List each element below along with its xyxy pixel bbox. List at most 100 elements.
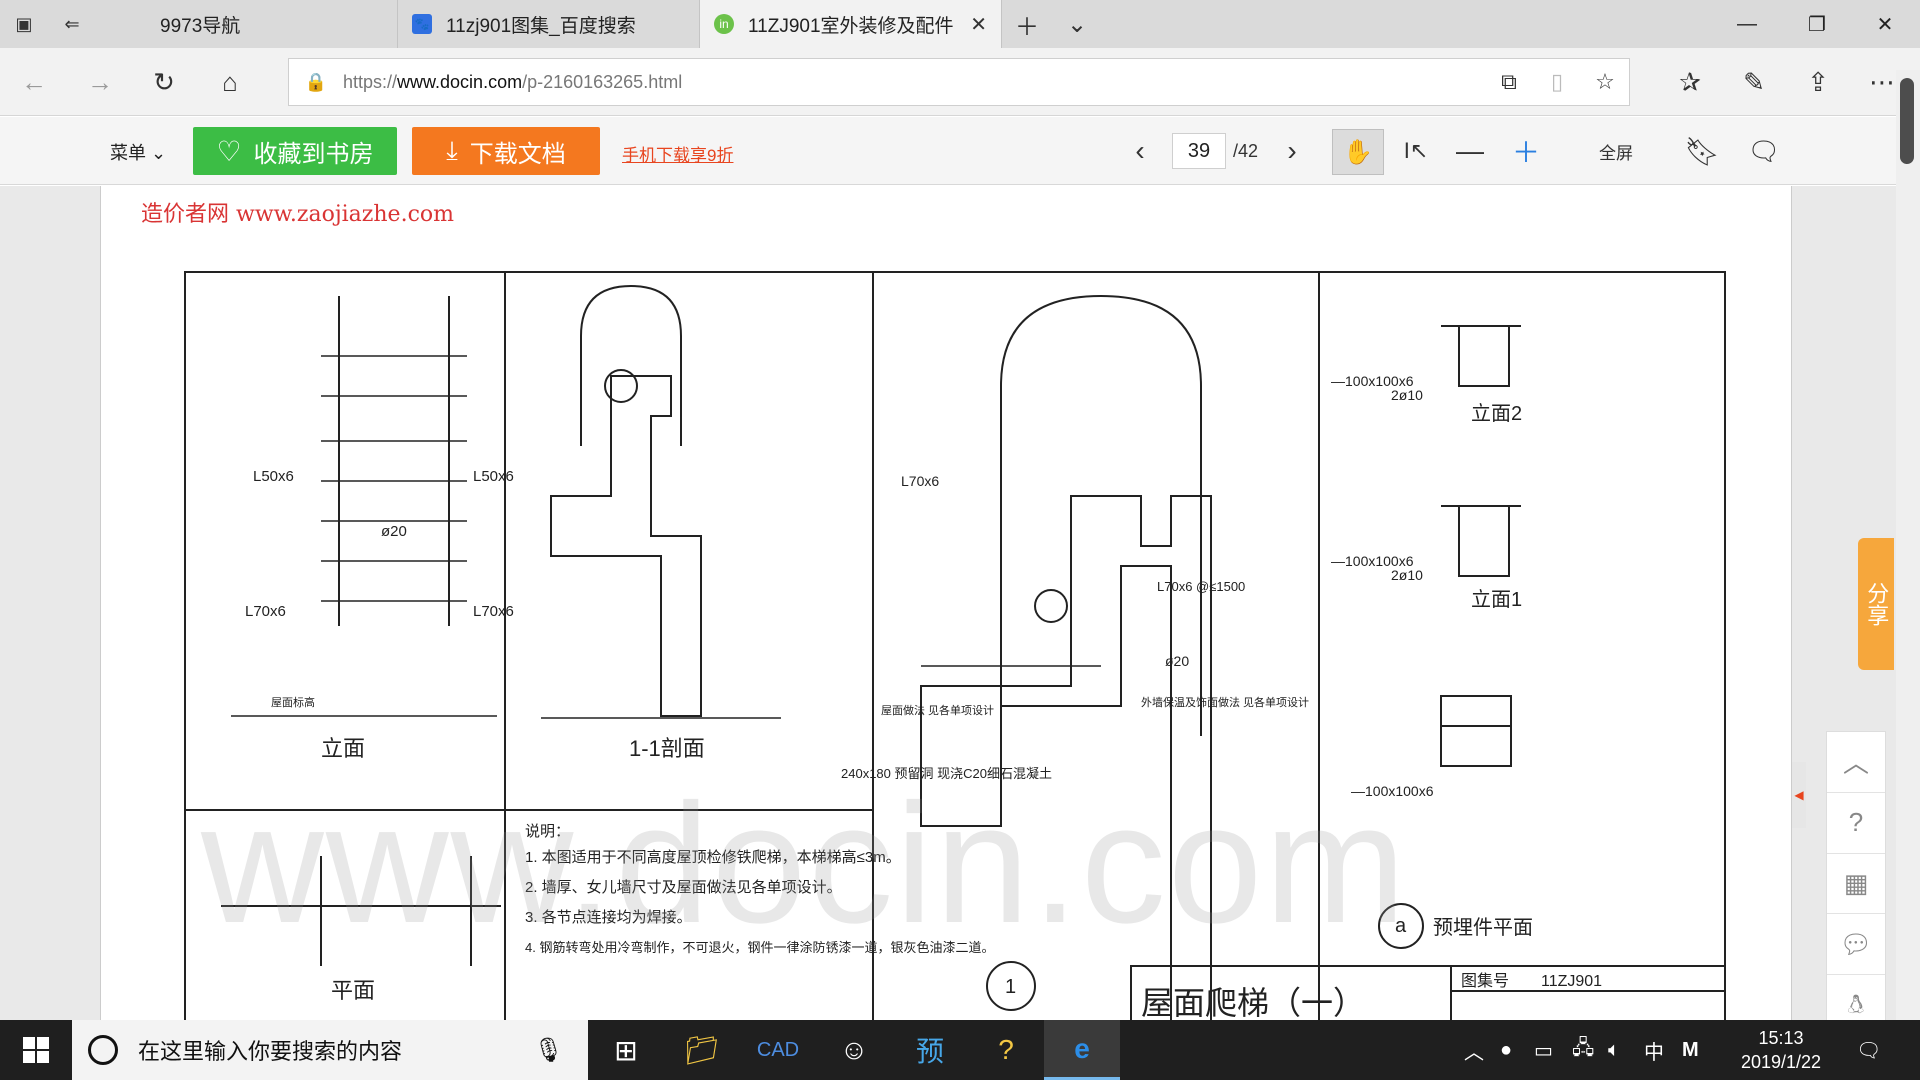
label-l70-left: L70x6 (245, 603, 286, 620)
tab-baidu-search[interactable]: 🐾 11zj901图集_百度搜索 (398, 0, 700, 48)
reading-view-icon[interactable]: ▯ (1533, 69, 1581, 95)
download-button[interactable]: ⤓ 下载文档 (412, 127, 600, 175)
select-text-icon[interactable]: I↖ (1396, 129, 1436, 173)
close-window-icon[interactable]: ✕ (1850, 0, 1920, 48)
label-roof-work: 屋面做法 见各单项设计 (881, 703, 994, 717)
edge-browser-icon[interactable]: e (1044, 1020, 1120, 1080)
fullscreen-button[interactable]: 全屏 (1592, 129, 1640, 173)
clock-date: 2019/1/22 (1740, 1052, 1822, 1072)
navigation-bar: ← → ↻ ⌂ 🔒 https://www.docin.com/p-216016… (0, 48, 1920, 116)
new-tab-icon[interactable]: ＋ (1002, 0, 1052, 48)
tab-9973[interactable]: 9973导航 (96, 0, 398, 48)
share-icon[interactable]: ⇪ (1794, 58, 1842, 106)
collect-label: 收藏到书房 (253, 140, 374, 168)
collect-button[interactable]: ♡ 收藏到书房 (193, 127, 397, 175)
note-2: 2. 墙厚、女儿墙尺寸及屋面做法见各单项设计。 (525, 878, 842, 896)
heart-icon: ♡ (216, 135, 242, 167)
scrollbar-thumb[interactable] (1900, 78, 1914, 164)
avatar-app-icon[interactable]: ☺ (816, 1020, 892, 1080)
share-side-label: 分享 (1864, 582, 1890, 626)
elevation-1-label: 立面1 (1471, 588, 1522, 611)
zoom-in-icon[interactable]: ＋ (1506, 129, 1546, 173)
file-explorer-icon[interactable]: 📁︎ (664, 1020, 740, 1080)
comment-icon[interactable]: 🗨︎ (1744, 129, 1784, 173)
favorites-hub-icon[interactable]: ✰ (1666, 58, 1714, 106)
collapse-arrow-icon[interactable]: ◀ (1792, 762, 1806, 828)
zoom-out-icon[interactable]: — (1450, 129, 1490, 173)
help-icon[interactable]: ? (1827, 793, 1885, 854)
tab-actions-icon[interactable]: ▣ (0, 0, 48, 48)
taskbar-search-box[interactable]: 在这里输入你要搜索的内容 🎙︎ (72, 1020, 588, 1080)
ladder-drawing: 立面 1-1剖面 平面 立面2 立面1 预埋件平面 屋面爬梯（一） 图集号 11… (184, 271, 1726, 1020)
baidu-paw-icon: 🐾 (412, 14, 432, 34)
microphone-icon[interactable]: 🎙︎ (534, 1036, 564, 1065)
ime-indicator[interactable]: 中 (1644, 1020, 1664, 1080)
elevation-view-label: 立面 (321, 736, 365, 761)
label-l50-right: L50x6 (473, 468, 514, 485)
forward-icon[interactable]: → (76, 58, 124, 106)
site-watermark: 造价者网 www.zaojiazhe.com (141, 202, 454, 227)
next-page-icon[interactable]: › (1272, 129, 1312, 173)
label-embed: 240x180 预留洞 现浇C20细石混凝土 (841, 766, 1052, 781)
hand-tool-icon[interactable]: ✋ (1332, 129, 1384, 175)
label-l70-detail: L70x6 (901, 473, 939, 489)
label-l50-left: L50x6 (253, 468, 294, 485)
note-3: 3. 各节点连接均为焊接。 (525, 909, 692, 926)
web-note-icon[interactable]: ✎ (1730, 58, 1778, 106)
page-number-input[interactable] (1172, 133, 1226, 169)
windows-start-icon[interactable] (0, 1020, 72, 1080)
set-aside-tabs-icon[interactable]: ⇐ (48, 0, 96, 48)
taskbar: 在这里输入你要搜索的内容 🎙︎ ⊞ 📁︎ CAD ☺ 预 ? e ︿ ● ▭ 🖧… (0, 1020, 1920, 1080)
network-icon[interactable]: 🖧︎ (1572, 1020, 1594, 1080)
minimize-icon[interactable]: — (1712, 0, 1782, 48)
tab-docin-active[interactable]: in 11ZJ901室外装修及配件 ✕ (700, 0, 1002, 48)
tab-preview-chevron-icon[interactable]: ⌄ (1052, 0, 1102, 48)
label-roof-level: 屋面标高 (271, 695, 315, 709)
cad-app-icon[interactable]: CAD (740, 1020, 816, 1080)
label-d20: ø20 (381, 523, 407, 540)
share-side-button[interactable]: 分享 (1858, 538, 1894, 670)
home-icon[interactable]: ⌂ (206, 58, 254, 106)
tab-bar: ▣ ⇐ 9973导航 🐾 11zj901图集_百度搜索 in 11ZJ901室外… (0, 0, 1920, 48)
battery-icon[interactable]: ▭ (1534, 1020, 1553, 1080)
preview-app-icon[interactable]: 预 (892, 1020, 968, 1080)
qr-code-icon[interactable]: ▦ (1827, 854, 1885, 915)
task-view-icon[interactable]: ⊞ (588, 1020, 664, 1080)
url-text: https://www.docin.com/p-2160163265.html (343, 71, 683, 92)
scroll-top-icon[interactable]: ︿ (1827, 732, 1885, 793)
tab-label: 11zj901图集_百度搜索 (446, 15, 636, 37)
mobile-download-link[interactable]: 手机下载享9折 (622, 141, 733, 166)
action-center-icon[interactable]: 🗨︎ (1856, 1020, 1881, 1080)
refresh-icon[interactable]: ↻ (140, 58, 188, 106)
favorite-star-icon[interactable]: ☆ (1581, 69, 1629, 95)
search-placeholder: 在这里输入你要搜索的内容 (138, 1039, 403, 1064)
prev-page-icon[interactable]: ‹ (1120, 129, 1160, 173)
atlas-number: 11ZJ901 (1541, 973, 1602, 990)
tray-app-icon[interactable]: ● (1500, 1020, 1512, 1080)
tab-label: 9973导航 (160, 15, 241, 37)
restore-icon[interactable]: ❐ (1782, 0, 1852, 48)
scrollbar-track[interactable] (1896, 70, 1920, 1020)
input-mode-icon[interactable]: M (1682, 1020, 1699, 1080)
elevation-2-label: 立面2 (1471, 402, 1522, 425)
back-icon[interactable]: ← (10, 58, 58, 106)
help-app-icon[interactable]: ? (968, 1020, 1044, 1080)
title-block-title: 屋面爬梯（一） (1141, 985, 1365, 1020)
volume-icon[interactable]: 🔈︎ (1608, 1020, 1620, 1080)
clock[interactable]: 15:13 2019/1/22 (1726, 1026, 1836, 1074)
menu-button[interactable]: 菜单 ⌄ (110, 139, 166, 165)
show-hidden-icons[interactable]: ︿ (1464, 1020, 1484, 1080)
side-tool-panel: ︿ ? ▦ 💬︎ 🐧︎ (1826, 731, 1886, 1037)
wechat-icon[interactable]: 💬︎ (1827, 914, 1885, 976)
plan-view-label: 平面 (331, 978, 375, 1003)
bookmark-icon[interactable]: 🔖︎ (1684, 129, 1720, 173)
label-l70-1500: L70x6 @≤1500 (1157, 579, 1245, 594)
circle-a-label: a (1395, 915, 1407, 937)
label-wall-work: 外墙保温及饰面做法 见各单项设计 (1141, 695, 1309, 709)
note-4: 4. 钢筋转弯处用冷弯制作，不可退火，钢件一律涂防锈漆一道，银灰色油漆二道。 (525, 940, 994, 955)
embed-plan-label: 预埋件平面 (1433, 916, 1533, 939)
app-available-icon[interactable]: ⧉ (1485, 69, 1533, 95)
address-bar[interactable]: 🔒 https://www.docin.com/p-2160163265.htm… (288, 58, 1630, 106)
label-d10-2: 2ø10 (1391, 387, 1423, 403)
close-tab-icon[interactable]: ✕ (970, 12, 987, 37)
